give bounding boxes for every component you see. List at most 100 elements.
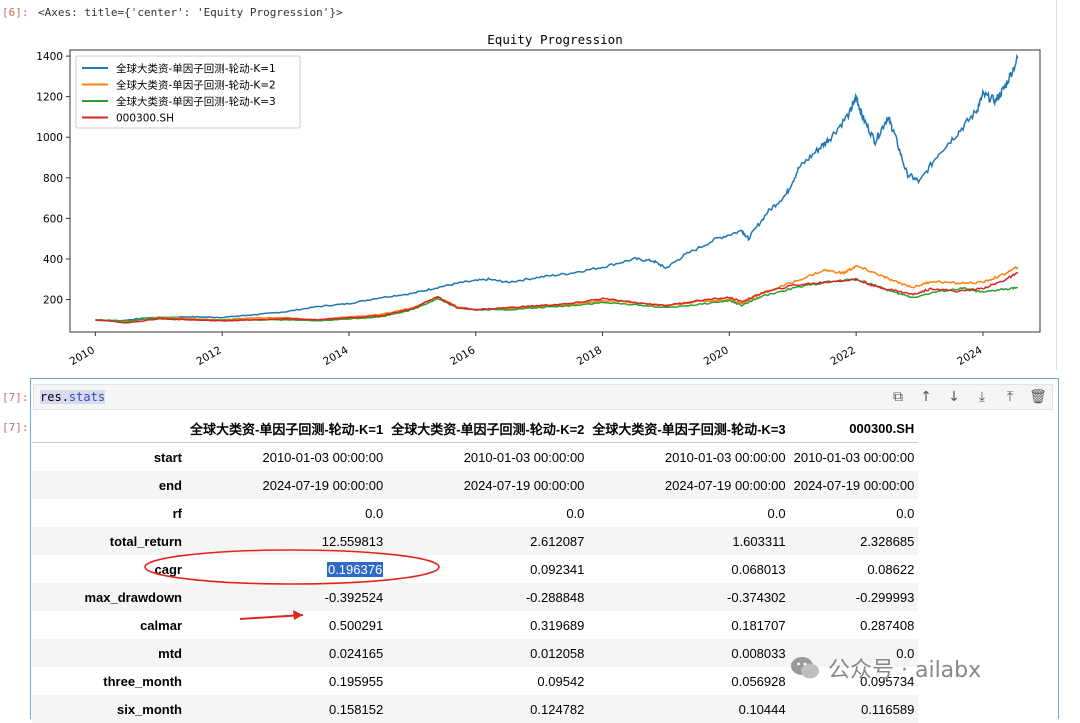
move-down-icon[interactable]: ↓ [944, 387, 964, 407]
table-cell: 0.09542 [537, 673, 585, 689]
cell-toolbar: ⧉ ↑ ↓ ⤓ ⤒ 🗑 [888, 387, 1048, 407]
row-label: six_month [116, 701, 182, 717]
code-attribute: stats [68, 390, 106, 404]
cell7-input-prompt: [7]: [2, 391, 29, 404]
column-header: 全球大类资-单因子回测-轮动-K=3 [588, 414, 790, 443]
x-tick-label: 2012 [195, 344, 224, 368]
table-row: cagr 0.196376 0.092341 0.068013 0.08622 [32, 555, 918, 583]
y-tick-label: 200 [43, 295, 63, 307]
table-cell: 0.116589 [861, 701, 915, 717]
table-row: calmar 0.500291 0.319689 0.181707 0.287408 [32, 611, 918, 639]
table-cell: 2010-01-03 00:00:00 [664, 449, 786, 465]
table-cell: -0.374302 [727, 589, 786, 605]
table-cell: 0.195955 [328, 673, 384, 689]
table-row: total_return 12.559813 2.612087 1.603311 2.3… [32, 527, 919, 555]
legend-label: 000300.SH [116, 113, 174, 125]
table-cell: 0.0 [767, 505, 786, 521]
legend-label: 全球大类资-单因子回测-轮动-K=2 [116, 79, 276, 92]
table-cell: 0.008033 [731, 645, 786, 661]
insert-above-icon[interactable]: ⤒ [1000, 387, 1020, 407]
table-cell: 0.024165 [328, 645, 384, 661]
delete-icon[interactable]: 🗑 [1028, 387, 1048, 407]
table-cell: 0.092341 [530, 561, 585, 577]
move-up-icon[interactable]: ↑ [916, 387, 936, 407]
cell6-output-prompt: [6]: [2, 6, 29, 19]
table-cell: 0.500291 [328, 617, 384, 633]
x-tick-label: 2010 [68, 344, 97, 368]
row-label: mtd [158, 645, 182, 661]
duplicate-icon[interactable]: ⧉ [888, 387, 908, 407]
watermark-text: 公众号 · ailabx [828, 658, 982, 683]
row-label: start [153, 449, 182, 465]
table-cell: 2024-07-19 00:00:00 [262, 477, 384, 493]
table-cell: 0.181707 [731, 617, 786, 633]
wechat-icon [791, 657, 819, 679]
table-row: rf 0.0 0.0 0.0 0.0 [32, 499, 918, 527]
y-tick-label: 400 [43, 254, 63, 266]
table-row: start 2010-01-03 00:00:00 2010-01-03 00:00… [32, 443, 918, 472]
table-cell: 0.158152 [328, 701, 384, 717]
column-header: 000300.SH [789, 414, 919, 443]
table-row: three_month 0.195955 0.09542 0.056928 0.0957… [32, 667, 918, 695]
series-line [95, 278, 1018, 322]
table-row: six_month 0.158152 0.124782 0.10444 0.116589 [32, 695, 919, 723]
table-cell: 2010-01-03 00:00:00 [463, 449, 585, 465]
equity-progression-chart: Equity Progression 200 400 600 800 1000 1200 14… [36, 32, 1041, 368]
table-cell: 0.0 [566, 505, 585, 521]
x-tick-label: 2020 [702, 344, 731, 368]
table-cell: 2024-07-19 00:00:00 [664, 477, 786, 493]
table-cell: 0.068013 [731, 561, 786, 577]
series-line [95, 271, 1019, 324]
table-cell: 0.319689 [530, 617, 585, 633]
table-cell: -0.299993 [855, 589, 915, 605]
table-cell: 0.012058 [530, 645, 585, 661]
table-cell: 12.559813 [321, 533, 384, 549]
column-header: 全球大类资-单因子回测-轮动-K=1 [186, 414, 388, 443]
table-cell: 2.328685 [860, 533, 915, 549]
row-label: max_drawdown [84, 589, 182, 605]
table-cell: 1.603311 [732, 533, 786, 549]
y-tick-label: 800 [43, 173, 63, 185]
cell-border [1056, 0, 1057, 370]
chart-title: Equity Progression [487, 32, 622, 47]
table-row: end 2024-07-19 00:00:00 2024-07-19 00:00:0… [32, 471, 919, 499]
table-cell-selected: 0.196376 [186, 555, 387, 583]
y-tick-label: 1000 [36, 132, 63, 144]
table-cell: 0.124782 [530, 701, 585, 717]
row-label: rf [172, 505, 182, 521]
table-cell: -0.392524 [324, 589, 384, 605]
code-dot: . [61, 390, 69, 404]
row-label: calmar [140, 617, 182, 633]
code-object: res [40, 390, 62, 404]
insert-below-icon[interactable]: ⤓ [972, 387, 992, 407]
y-tick-label: 1400 [36, 51, 63, 63]
table-row: max_drawdown -0.392524 -0.288848 -0.374302 -… [32, 583, 919, 611]
cell7-output-prompt: [7]: [2, 421, 29, 434]
legend-label: 全球大类资-单因子回测-轮动-K=3 [116, 95, 276, 108]
table-cell: 0.08622 [867, 561, 915, 577]
stats-table: 全球大类资-单因子回测-轮动-K=1 全球大类资-单因子回测-轮动-K=2 全球… [32, 414, 919, 723]
table-cell: 0.0 [896, 505, 915, 521]
x-tick-label: 2014 [321, 344, 350, 368]
table-cell: -0.288848 [525, 589, 585, 605]
row-label: cagr [154, 561, 182, 577]
x-tick-label: 2018 [575, 344, 604, 368]
table-cell: 2.612087 [530, 533, 585, 549]
y-tick-label: 1200 [36, 92, 63, 104]
x-tick-label: 2016 [448, 344, 477, 368]
table-header-row: 全球大类资-单因子回测-轮动-K=1 全球大类资-单因子回测-轮动-K=2 全球… [32, 414, 919, 443]
y-tick-label: 600 [43, 213, 63, 225]
series-line [95, 264, 1019, 323]
watermark: 公众号 · ailabx [790, 652, 981, 684]
x-tick-label: 2022 [828, 344, 857, 368]
table-row: mtd 0.024165 0.012058 0.008033 0.0 [32, 639, 919, 667]
row-label: total_return [109, 533, 182, 549]
column-header: 全球大类资-单因子回测-轮动-K=2 [387, 414, 589, 443]
column-header-index [32, 414, 186, 443]
table-cell: 0.056928 [731, 673, 786, 689]
table-cell: 0.287408 [860, 617, 915, 633]
row-label: end [158, 477, 182, 493]
x-tick-label: 2024 [955, 344, 984, 368]
axes-repr-output: <Axes: title={'center': 'Equity Progress… [38, 6, 343, 19]
selected-value: 0.196376 [326, 561, 384, 577]
